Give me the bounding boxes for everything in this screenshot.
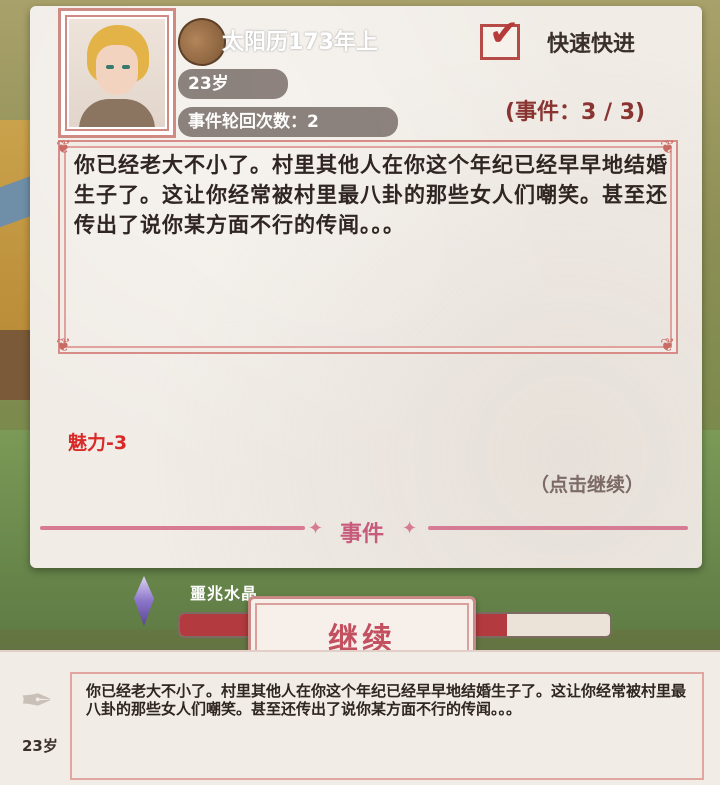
age-badge: 23岁	[178, 69, 288, 99]
feather-quill-icon: ✒	[20, 678, 54, 724]
event-text: 你已经老大不小了。村里其他人在你这个年纪已经早早地结婚生子了。这让你经常被村里最…	[74, 153, 668, 237]
section-divider: ✦ 事件 ✦	[40, 516, 690, 547]
omen-crystal-icon	[128, 576, 160, 630]
calendar-date: 太阳历173年上	[222, 30, 378, 55]
cycle-count-badge: 事件轮回次数：2	[178, 107, 398, 137]
checkmark-icon: ✔	[489, 13, 520, 54]
ornament-icon: ✦	[402, 518, 418, 539]
ornament-icon: ❦	[56, 137, 72, 158]
divider-line-left	[40, 526, 305, 530]
divider-line-right	[428, 526, 688, 530]
tap-to-continue-hint[interactable]: （点击继续）	[530, 470, 644, 497]
log-age: 23岁	[22, 737, 58, 755]
ornament-icon: ✦	[308, 518, 324, 539]
eye-left	[106, 65, 114, 69]
fast-forward-checkbox[interactable]: ✔	[480, 13, 520, 60]
log-entry-text: 你已经老大不小了。村里其他人在你这个年纪已经早早地结婚生子了。这让你经常被村里最…	[86, 682, 687, 718]
face	[96, 45, 138, 95]
fast-forward-label[interactable]: 快速快进	[547, 26, 635, 58]
shirt	[79, 99, 155, 127]
ornament-icon: ❦	[56, 335, 72, 356]
event-counter: (事件：3 / 3)	[505, 100, 646, 125]
ornament-icon: ❦	[660, 335, 676, 356]
character-portrait-frame	[58, 8, 176, 138]
character-portrait	[69, 19, 165, 127]
eye-right	[122, 65, 130, 69]
effect-charm: 魅力-3	[68, 432, 128, 454]
section-label: 事件	[340, 522, 385, 547]
crystal-gem	[134, 576, 154, 626]
